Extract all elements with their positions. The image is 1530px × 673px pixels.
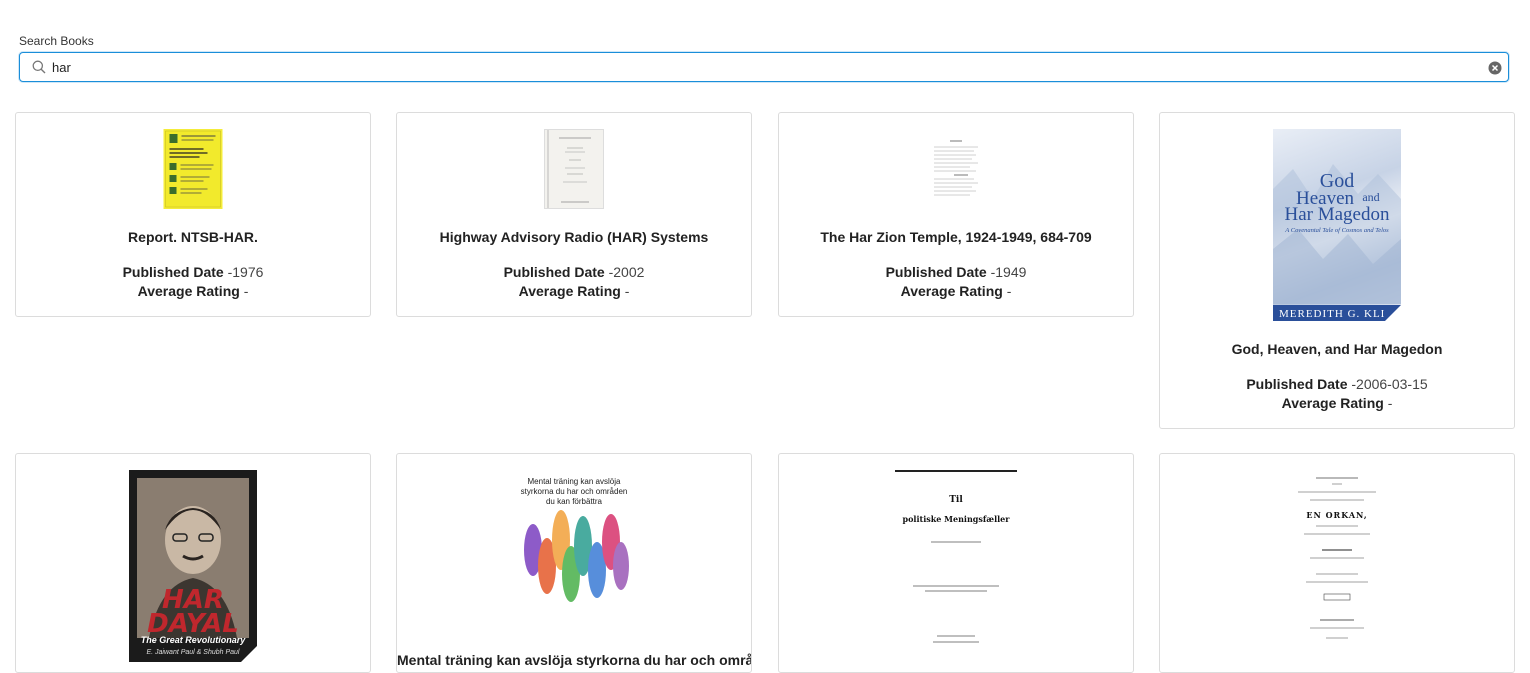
cover-title-and: and xyxy=(1362,190,1379,204)
book-rating: Average Rating - xyxy=(16,282,370,301)
book-cover: HAR DAYAL The Great Revolutionary E. Jai… xyxy=(129,470,257,662)
rating-label: Average Rating xyxy=(900,283,1003,299)
search-field[interactable] xyxy=(19,52,1509,82)
search-input[interactable] xyxy=(52,56,1472,78)
rating-label: Average Rating xyxy=(1281,395,1384,411)
rating-value: - xyxy=(1387,395,1393,411)
book-published: Published Date -2002 xyxy=(397,263,751,282)
rating-label: Average Rating xyxy=(518,283,621,299)
book-card[interactable]: Highway Advisory Radio (HAR) Systems Pub… xyxy=(396,112,752,317)
cover-text-line2: styrkorna du har och områden xyxy=(521,487,628,496)
cover-text-line3: du kan förbättra xyxy=(546,497,603,506)
rating-value: - xyxy=(1006,283,1012,299)
book-card[interactable]: Report. NTSB-HAR. Published Date -1976 A… xyxy=(15,112,371,317)
book-title[interactable]: God, Heaven, and Har Magedon xyxy=(1160,341,1514,357)
rating-label: Average Rating xyxy=(137,283,240,299)
clear-icon[interactable] xyxy=(1488,61,1502,75)
book-rating: Average Rating - xyxy=(397,282,751,301)
book-published: Published Date -1949 xyxy=(779,263,1133,282)
published-value: -1976 xyxy=(227,264,264,280)
book-card[interactable]: Mental träning kan avslöja styrkorna du … xyxy=(396,453,752,673)
book-published: Published Date -2006-03-15 xyxy=(1160,375,1514,394)
cover-text-line1: Til xyxy=(949,495,963,505)
cover-title-line3: Har Magedon xyxy=(1285,204,1390,225)
page-curl xyxy=(619,622,635,638)
book-cover: Mental träning kan avslöja styrkorna du … xyxy=(513,470,635,638)
book-card[interactable]: The Har Zion Temple, 1924-1949, 684-709 … xyxy=(778,112,1134,317)
book-title[interactable]: Report. NTSB-HAR. xyxy=(16,229,370,245)
book-card[interactable]: Til politiske Meningsfæller xyxy=(778,453,1134,673)
cover-author: E. Jaiwant Paul & Shubh Paul xyxy=(146,649,239,656)
book-cover xyxy=(163,129,223,209)
page-curl xyxy=(1382,646,1398,662)
cover-text-line2: politiske Meningsfæller xyxy=(902,514,1010,524)
rating-value: - xyxy=(624,283,630,299)
search-label: Search Books xyxy=(19,34,94,48)
page-curl xyxy=(1385,305,1401,321)
book-cover: Til politiske Meningsfæller xyxy=(895,470,1017,662)
book-card[interactable]: God Heaven and Har Magedon A Covenantal … xyxy=(1159,112,1515,429)
book-rating: Average Rating - xyxy=(779,282,1133,301)
book-title[interactable]: The Har Zion Temple, 1924-1949, 684-709 xyxy=(779,229,1133,245)
cover-author: MEREDITH G. KLI xyxy=(1279,308,1385,320)
published-value: -2002 xyxy=(608,264,645,280)
book-rating: Average Rating - xyxy=(1160,394,1514,413)
book-cover xyxy=(926,129,986,209)
published-value: -2006-03-15 xyxy=(1351,376,1428,392)
page-curl xyxy=(241,646,257,662)
book-card[interactable]: EN ORKAN, xyxy=(1159,453,1515,673)
book-cover: God Heaven and Har Magedon A Covenantal … xyxy=(1273,129,1401,321)
cover-text-line1: EN ORKAN, xyxy=(1306,510,1367,520)
search-icon xyxy=(32,60,46,74)
book-title[interactable]: Mental träning kan avslöja styrkorna du … xyxy=(397,652,751,668)
published-label: Published Date xyxy=(885,264,987,280)
published-label: Published Date xyxy=(503,264,605,280)
rating-value: - xyxy=(243,283,249,299)
book-published: Published Date -1976 xyxy=(16,263,370,282)
book-card[interactable]: HAR DAYAL The Great Revolutionary E. Jai… xyxy=(15,453,371,673)
cover-subtitle: A Covenantal Tale of Cosmos and Telos xyxy=(1284,227,1389,234)
published-label: Published Date xyxy=(122,264,224,280)
book-cover: EN ORKAN, xyxy=(1276,470,1398,662)
page-curl xyxy=(1001,646,1017,662)
published-value: -1949 xyxy=(990,264,1027,280)
book-title[interactable]: Highway Advisory Radio (HAR) Systems xyxy=(397,229,751,245)
published-label: Published Date xyxy=(1246,376,1348,392)
book-cover xyxy=(544,129,604,209)
cover-subtitle: The Great Revolutionary xyxy=(141,635,247,645)
cover-text-line1: Mental träning kan avslöja xyxy=(528,477,621,486)
